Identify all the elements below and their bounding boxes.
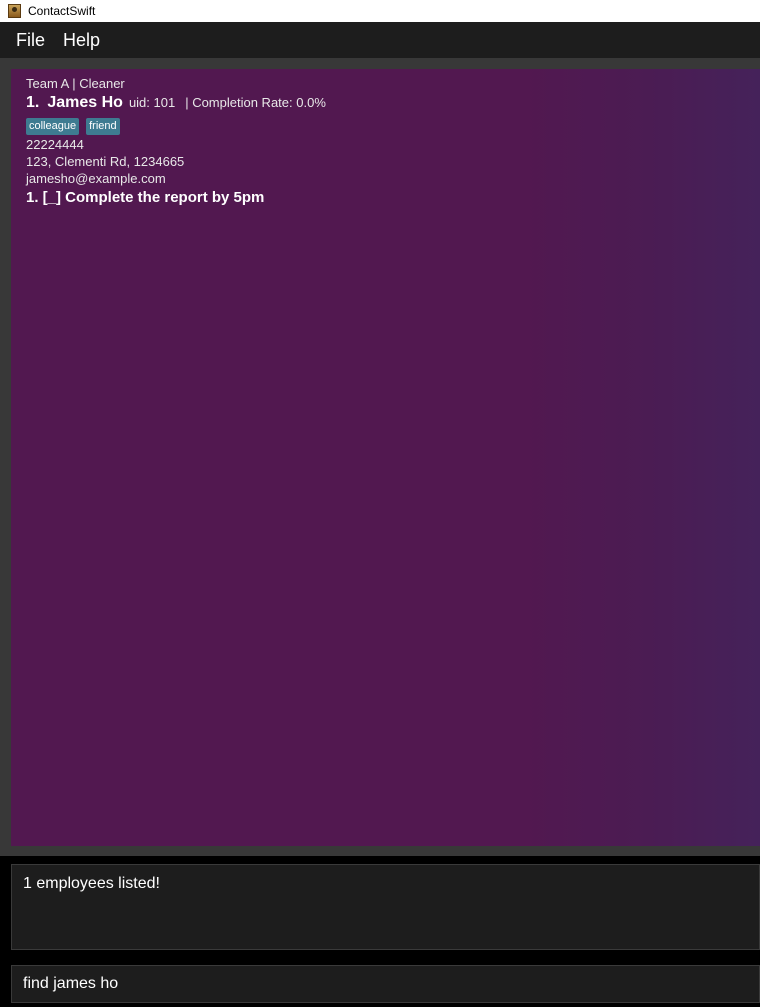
tag-friend: friend — [86, 118, 120, 135]
team-role-label: Team A | Cleaner — [26, 76, 125, 91]
contact-book-icon — [8, 4, 21, 18]
tag-list: colleague friend — [26, 118, 760, 135]
command-box-panel — [0, 959, 760, 1007]
menu-bar: File Help — [0, 22, 760, 58]
name-row: 1. James Ho uid: 101 | Completion Rate: … — [26, 92, 760, 114]
employee-list[interactable]: Team A | Cleaner 1. James Ho uid: 101 | … — [11, 69, 760, 846]
employee-uid: uid: 101 — [128, 95, 176, 110]
employee-phone: 22224444 — [26, 137, 84, 152]
task-item: 1. [_] Complete the report by 5pm — [26, 189, 265, 206]
menu-help[interactable]: Help — [54, 30, 109, 51]
window-title: ContactSwift — [28, 4, 96, 18]
employee-list-panel: Team A | Cleaner 1. James Ho uid: 101 | … — [0, 58, 760, 856]
result-display-panel: 1 employees listed! — [0, 856, 760, 959]
completion-rate: | Completion Rate: 0.0% — [185, 95, 326, 110]
menu-file[interactable]: File — [7, 30, 54, 51]
employee-card[interactable]: Team A | Cleaner 1. James Ho uid: 101 | … — [26, 75, 760, 208]
employee-name: James Ho — [47, 94, 123, 111]
employee-email: jamesho@example.com — [26, 171, 166, 186]
result-display: 1 employees listed! — [11, 864, 760, 950]
tag-colleague: colleague — [26, 118, 80, 135]
employee-index: 1. — [26, 94, 40, 111]
employee-address: 123, Clementi Rd, 1234665 — [26, 154, 185, 169]
command-input[interactable] — [11, 965, 760, 1003]
title-bar: ContactSwift — [0, 0, 760, 22]
app-window: ContactSwift File Help Team A | Cleaner … — [0, 0, 760, 1007]
